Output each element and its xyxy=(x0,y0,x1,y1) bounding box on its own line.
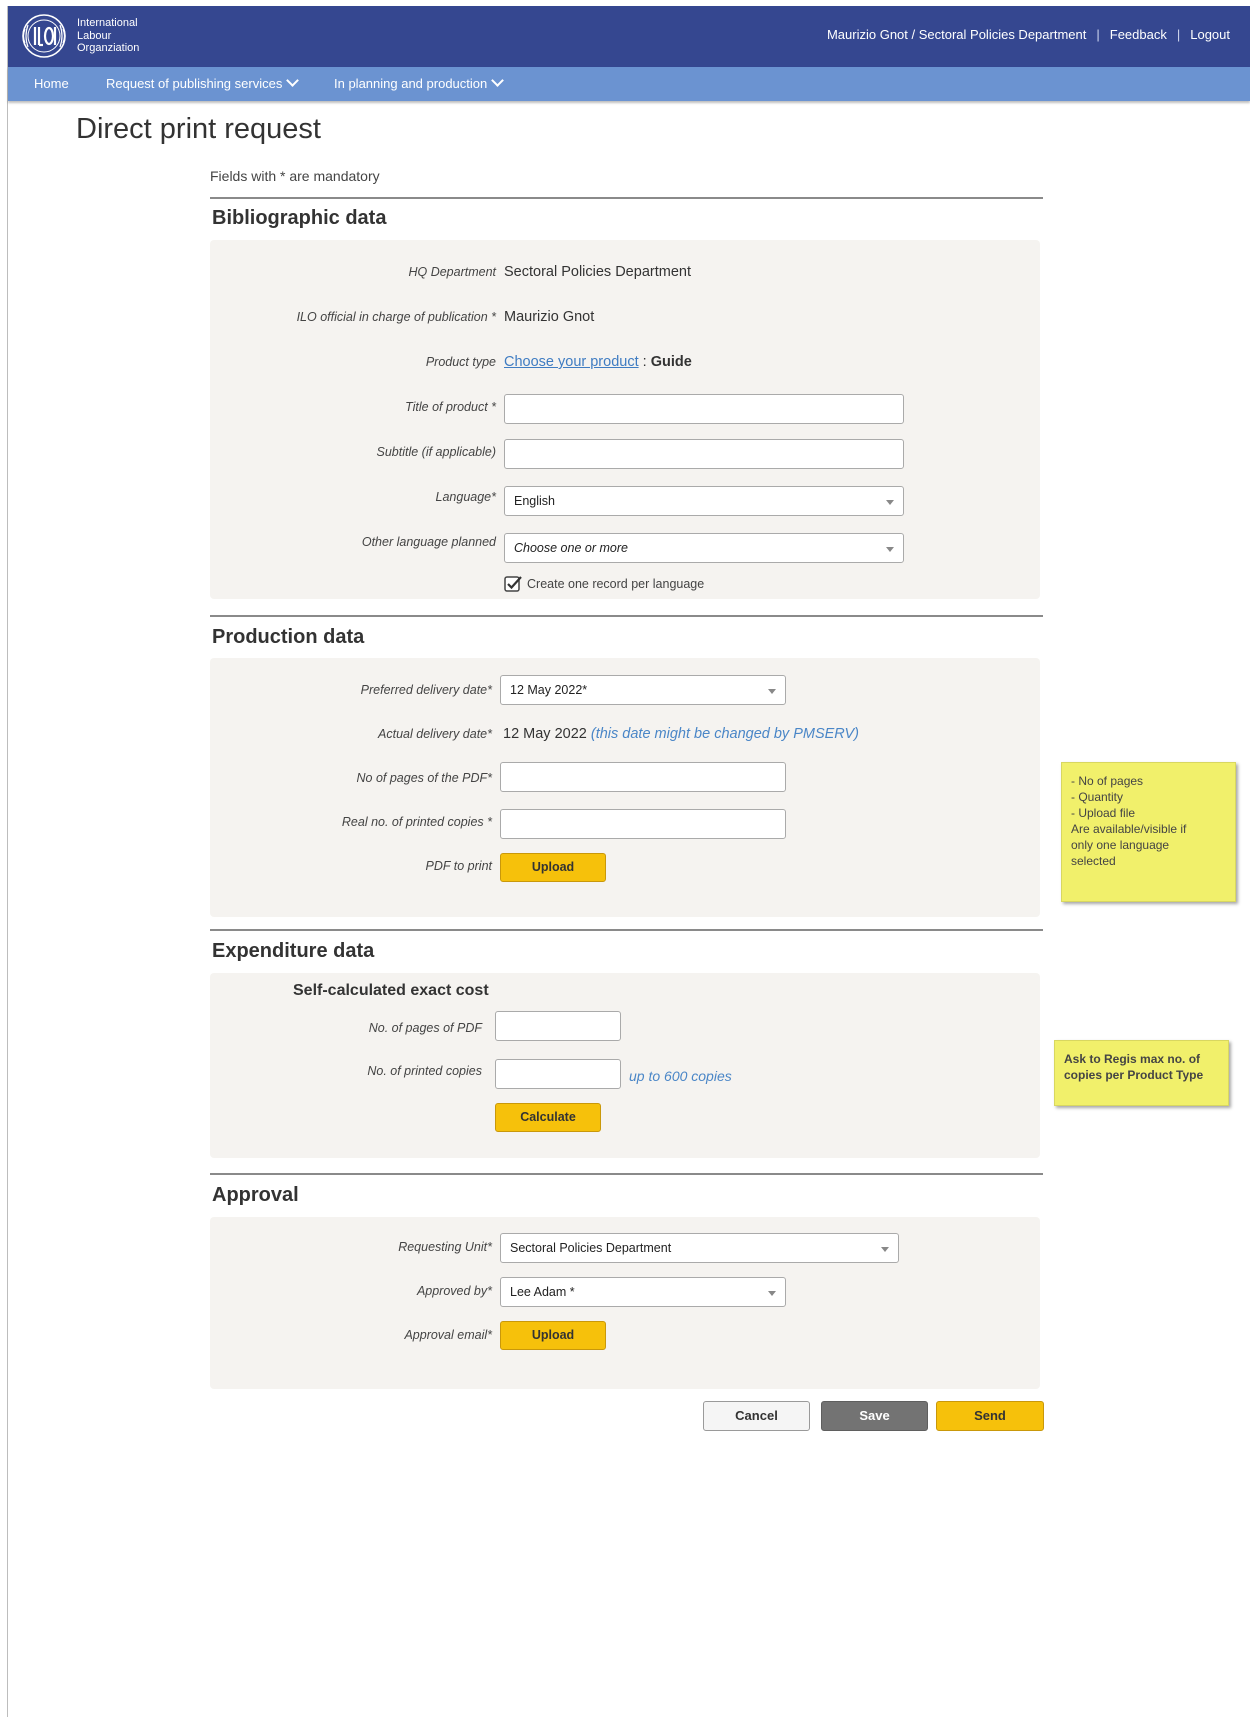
section-divider xyxy=(210,929,1043,931)
pages-pdf-input[interactable] xyxy=(500,762,786,792)
title-of-product-input[interactable] xyxy=(504,394,904,424)
user-name[interactable]: Maurizio Gnot / Sectoral Policies Depart… xyxy=(827,27,1086,42)
create-record-row: Create one record per language xyxy=(504,575,704,593)
nav-request-services[interactable]: Request of publishing services xyxy=(106,67,300,101)
top-header: International Labour Organziation Mauriz… xyxy=(8,6,1250,67)
create-record-label: Create one record per language xyxy=(527,577,705,591)
nav-home[interactable]: Home xyxy=(34,67,69,101)
caret-down-icon xyxy=(768,1291,776,1296)
other-language-select[interactable]: Choose one or more xyxy=(504,533,904,563)
sticky-note-line: - Upload file xyxy=(1071,806,1136,820)
nav-home-label: Home xyxy=(34,76,69,91)
preferred-date-select[interactable]: 12 May 2022* xyxy=(500,675,786,705)
sticky-note-regis: Ask to Regis max no. of copies per Produ… xyxy=(1054,1040,1229,1106)
other-language-placeholder: Choose one or more xyxy=(514,541,628,555)
product-type-value: Guide xyxy=(650,354,692,370)
product-type-label: Product type xyxy=(425,355,496,369)
other-language-label: Other language planned xyxy=(361,535,496,549)
chevron-down-icon xyxy=(286,74,300,87)
language-select[interactable]: English xyxy=(504,486,904,516)
expenditure-panel xyxy=(210,973,1040,1158)
language-selected-value: English xyxy=(514,494,555,508)
expenditure-copies-input[interactable] xyxy=(495,1059,621,1089)
caret-down-icon xyxy=(881,1247,889,1252)
printed-copies-label: Real no. of printed copies * xyxy=(341,815,492,829)
expenditure-pages-input[interactable] xyxy=(495,1011,621,1041)
section-title-expenditure: Expenditure data xyxy=(212,940,375,962)
ilo-logo-icon xyxy=(22,14,66,58)
org-name-line1: International xyxy=(77,17,138,29)
caret-down-icon xyxy=(768,689,776,694)
section-divider xyxy=(210,615,1043,617)
product-type-row: Choose your product : Guide xyxy=(504,354,692,370)
expenditure-copies-label: No. of printed copies xyxy=(367,1064,482,1078)
separator: | xyxy=(1176,27,1181,42)
official-label: ILO official in charge of publication * xyxy=(296,310,496,324)
sticky-note-line: only one language xyxy=(1071,838,1170,852)
sticky-note-line: selected xyxy=(1071,854,1116,868)
approved-by-label: Approved by* xyxy=(416,1284,492,1298)
official-value: Maurizio Gnot xyxy=(504,309,595,325)
title-of-product-label: Title of product * xyxy=(405,400,496,414)
copies-limit-note: up to 600 copies xyxy=(629,1068,732,1084)
subtitle-input[interactable] xyxy=(504,439,904,469)
chevron-down-icon xyxy=(491,74,505,87)
caret-down-icon xyxy=(886,547,894,552)
approval-email-label: Approval email* xyxy=(404,1328,492,1342)
pdf-to-print-label: PDF to print xyxy=(425,859,492,873)
create-record-checkbox[interactable] xyxy=(504,575,522,593)
approved-by-select[interactable]: Lee Adam * xyxy=(500,1277,786,1307)
hq-department-value: Sectoral Policies Department xyxy=(504,264,691,280)
section-title-approval: Approval xyxy=(212,1184,299,1206)
pages-pdf-label: No of pages of the PDF* xyxy=(356,771,493,785)
send-button[interactable]: Send xyxy=(936,1401,1044,1431)
requesting-unit-select[interactable]: Sectoral Policies Department xyxy=(500,1233,899,1263)
expenditure-pages-label: No. of pages of PDF xyxy=(368,1021,482,1035)
pdf-upload-button[interactable]: Upload xyxy=(500,853,606,882)
product-type-separator: : xyxy=(638,354,651,370)
org-name: International Labour Organziation xyxy=(77,17,139,55)
approved-by-value: Lee Adam * xyxy=(510,1285,575,1299)
caret-down-icon xyxy=(886,500,894,505)
nav-planning-label: In planning and production xyxy=(334,76,488,91)
sticky-note-line: Are available/visible if xyxy=(1071,822,1187,836)
mandatory-note: Fields with * are mandatory xyxy=(210,168,380,184)
cancel-button[interactable]: Cancel xyxy=(703,1401,810,1431)
logout-link[interactable]: Logout xyxy=(1190,27,1230,42)
hq-department-label: HQ Department xyxy=(408,265,496,279)
approval-email-upload-button[interactable]: Upload xyxy=(500,1321,606,1350)
section-title-production: Production data xyxy=(212,626,365,648)
section-divider xyxy=(210,197,1043,199)
subtitle-label: Subtitle (if applicable) xyxy=(376,445,496,459)
nav-planning-production[interactable]: In planning and production xyxy=(334,67,505,101)
org-name-line2: Labour xyxy=(77,29,112,42)
calculate-button[interactable]: Calculate xyxy=(495,1103,601,1132)
actual-date-row: 12 May 2022 (this date might be changed … xyxy=(503,726,859,742)
preferred-date-value: 12 May 2022* xyxy=(510,683,588,697)
sticky-note-visibility: - No of pages - Quantity - Upload file A… xyxy=(1061,762,1236,902)
sticky-note-line: - Quantity xyxy=(1071,790,1124,804)
choose-product-link[interactable]: Choose your product xyxy=(504,354,639,370)
separator: | xyxy=(1096,27,1100,42)
save-button[interactable]: Save xyxy=(821,1401,928,1431)
requesting-unit-value: Sectoral Policies Department xyxy=(510,1241,672,1255)
page-title: Direct print request xyxy=(76,113,321,145)
actual-date-label: Actual delivery date* xyxy=(378,727,492,741)
self-calculated-cost-heading: Self-calculated exact cost xyxy=(293,982,489,999)
section-divider xyxy=(210,1173,1043,1175)
preferred-date-label: Preferred delivery date* xyxy=(360,683,492,697)
actual-date-value: 12 May 2022 xyxy=(503,726,587,742)
language-label: Language* xyxy=(435,490,496,504)
requesting-unit-label: Requesting Unit* xyxy=(398,1240,492,1254)
printed-copies-input[interactable] xyxy=(500,809,786,839)
org-name-line3: Organziation xyxy=(77,42,140,54)
main-nav: Home Request of publishing services In p… xyxy=(8,67,1250,101)
user-links: Maurizio Gnot / Sectoral Policies Depart… xyxy=(827,27,1230,42)
sticky-note-text: Ask to Regis max no. of copies per Produ… xyxy=(1064,1052,1204,1082)
feedback-link[interactable]: Feedback xyxy=(1110,27,1167,42)
section-title-bibliographic: Bibliographic data xyxy=(212,207,387,229)
actual-date-note: (this date might be changed by PMSERV) xyxy=(590,726,859,742)
nav-request-label: Request of publishing services xyxy=(106,76,283,91)
sticky-note-line: - No of pages xyxy=(1071,774,1144,788)
